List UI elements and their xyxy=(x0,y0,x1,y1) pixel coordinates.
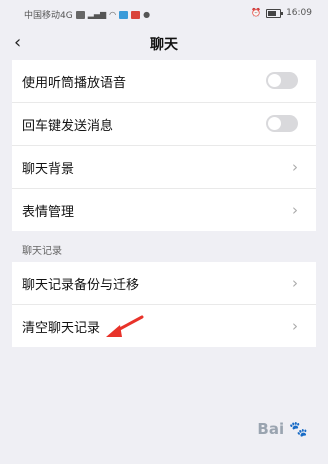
chevron-right-icon: › xyxy=(292,274,298,292)
chevron-right-icon: › xyxy=(292,317,298,335)
setting-row-earpiece-playback[interactable]: 使用听筒播放语音 xyxy=(12,60,316,103)
setting-row-backup-migrate[interactable]: 聊天记录备份与迁移 › xyxy=(12,262,316,305)
carrier-label: 中国移动4G xyxy=(24,11,73,21)
enter-to-send-toggle[interactable] xyxy=(266,115,298,132)
setting-label: 聊天记录备份与迁移 xyxy=(22,277,140,293)
app-notification-icon xyxy=(131,10,141,19)
signal-icon: ▂▄▆ xyxy=(87,9,107,19)
setting-label: 清空聊天记录 xyxy=(22,320,101,336)
hd-icon xyxy=(75,10,85,19)
setting-label: 表情管理 xyxy=(22,204,75,220)
setting-row-chat-background[interactable]: 聊天背景 › xyxy=(12,146,316,189)
chevron-right-icon: › xyxy=(292,158,298,176)
watermark-logo: Bai 🐾 xyxy=(257,420,308,438)
setting-label: 聊天背景 xyxy=(22,161,75,177)
page-title: 聊天 xyxy=(150,37,178,53)
battery-fill xyxy=(268,10,277,16)
settings-group-general: 使用听筒播放语音 回车键发送消息 聊天背景 › 表情管理 › xyxy=(12,60,316,231)
setting-label: 使用听筒播放语音 xyxy=(22,75,127,91)
setting-label: 回车键发送消息 xyxy=(22,118,114,134)
setting-row-enter-to-send[interactable]: 回车键发送消息 xyxy=(12,103,316,146)
message-icon: ● xyxy=(143,9,151,19)
app-notification-icon xyxy=(119,10,129,19)
baidu-watermark: Bai 🐾 xyxy=(257,420,308,438)
battery-icon xyxy=(266,8,284,18)
toggle-knob xyxy=(268,117,281,130)
setting-row-sticker-management[interactable]: 表情管理 › xyxy=(12,189,316,231)
status-time: 16:09 xyxy=(286,8,312,18)
alarm-icon: ⏰ xyxy=(251,8,262,17)
toggle-knob xyxy=(268,74,281,87)
navigation-bar: ‹ 聊天 xyxy=(0,26,328,60)
earpiece-playback-toggle[interactable] xyxy=(266,72,298,89)
section-header-chat-history: 聊天记录 xyxy=(22,246,62,257)
red-arrow-annotation xyxy=(106,315,144,337)
status-bar: 中国移动4G ▂▄▆ ◠ ● ⏰ 16:09 xyxy=(0,0,328,26)
chevron-right-icon: › xyxy=(292,201,298,219)
setting-row-clear-history[interactable]: 清空聊天记录 › xyxy=(12,305,316,347)
wifi-icon: ◠ xyxy=(109,9,117,19)
settings-group-chat-history: 聊天记录备份与迁移 › 清空聊天记录 › xyxy=(12,262,316,347)
